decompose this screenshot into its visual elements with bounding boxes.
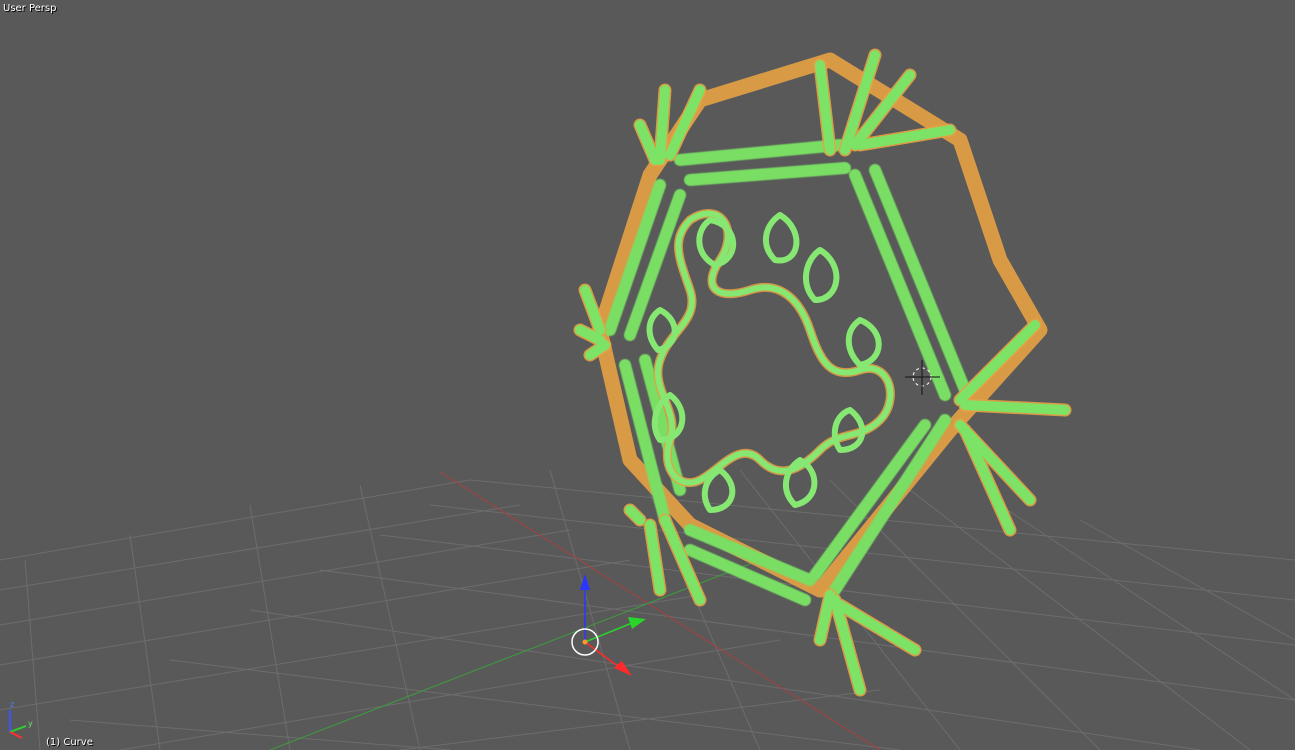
y-axis-line — [269, 559, 761, 750]
floor-grid — [0, 469, 1295, 750]
3d-viewport[interactable]: User Persp z y (1) Curve — [0, 0, 1295, 750]
snowflake-curve-object[interactable] — [573, 48, 1072, 697]
viewport-object-info: (1) Curve — [46, 737, 93, 748]
viewport-canvas[interactable] — [0, 0, 1295, 750]
transform-manipulator[interactable] — [571, 574, 646, 676]
axis-gizmo — [9, 710, 27, 739]
viewport-view-name: User Persp — [3, 3, 57, 14]
gizmo-z-label: z — [10, 700, 15, 709]
gizmo-y-label: y — [28, 719, 33, 728]
